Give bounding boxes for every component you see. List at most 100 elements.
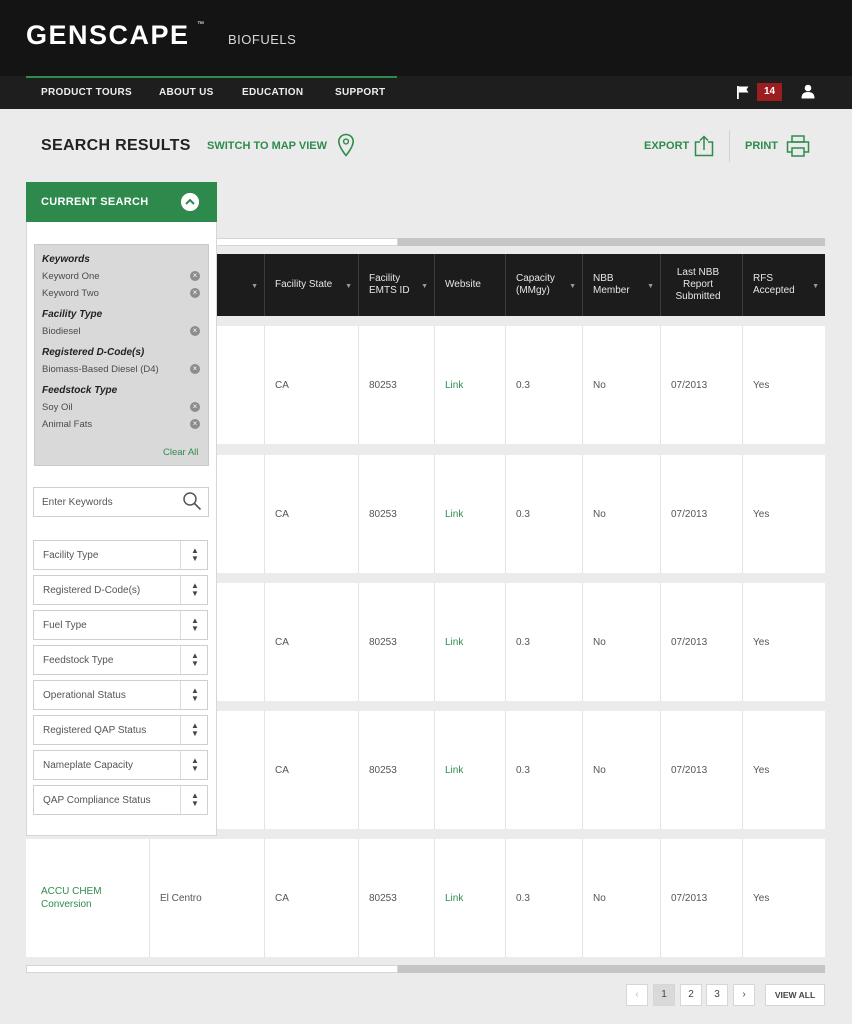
cell-website-link[interactable]: Link — [434, 583, 505, 701]
select-divider — [180, 576, 181, 604]
cell-website-link[interactable]: Link — [434, 326, 505, 444]
brand-logo[interactable]: GENSCAPE — [26, 20, 190, 51]
filter-item: Animal Fats — [42, 419, 93, 430]
cell-website-link[interactable]: Link — [434, 711, 505, 829]
select-operational-status[interactable]: Operational Status ▲ ▼ — [33, 680, 208, 710]
cell-capacity: 0.3 — [505, 839, 582, 957]
cell-nbb-member: No — [582, 583, 660, 701]
cell-emts-id: 80253 — [358, 711, 434, 829]
pagination-prev-button[interactable]: ‹ — [626, 984, 648, 1006]
cell-rfs-accepted: Yes — [742, 839, 825, 957]
up-down-arrows-icon: ▲ ▼ — [191, 756, 199, 773]
nav-item-education[interactable]: EDUCATION — [242, 87, 303, 98]
up-down-arrows-icon: ▲ ▼ — [191, 686, 199, 703]
top-bar: GENSCAPE ™ BIOFUELS — [0, 0, 852, 76]
column-header-emts-id[interactable]: Facility EMTS ID ▼ — [358, 254, 434, 316]
select-divider — [180, 786, 181, 814]
filter-group-keywords: Keywords — [42, 254, 90, 265]
nav-item-product-tours[interactable]: PRODUCT TOURS — [41, 87, 132, 98]
nav-item-support[interactable]: SUPPORT — [335, 87, 385, 98]
view-all-button[interactable]: VIEW ALL — [765, 984, 825, 1006]
select-divider — [180, 646, 181, 674]
printer-icon[interactable] — [786, 134, 810, 158]
select-label: Facility Type — [43, 550, 99, 561]
remove-filter-icon[interactable]: × — [190, 271, 200, 281]
filter-item: Soy Oil — [42, 402, 73, 413]
select-nameplate-capacity[interactable]: Nameplate Capacity ▲ ▼ — [33, 750, 208, 780]
export-button[interactable]: EXPORT — [644, 140, 689, 152]
sort-arrow-icon: ▼ — [251, 283, 258, 290]
select-divider — [180, 681, 181, 709]
select-label: Operational Status — [43, 690, 126, 701]
column-header-capacity[interactable]: Capacity (MMgy) ▼ — [505, 254, 582, 316]
cell-city: El Centro — [149, 839, 264, 957]
up-down-arrows-icon: ▲ ▼ — [191, 651, 199, 668]
pagination-page-3[interactable]: 3 — [706, 984, 728, 1006]
pagination-next-button[interactable]: › — [733, 984, 755, 1006]
cell-last-report: 07/2013 — [660, 455, 742, 573]
cell-last-report: 07/2013 — [660, 583, 742, 701]
clear-all-link[interactable]: Clear All — [163, 447, 198, 458]
cell-rfs-accepted: Yes — [742, 711, 825, 829]
sort-arrow-icon: ▼ — [647, 283, 654, 290]
export-icon[interactable] — [694, 135, 714, 157]
remove-filter-icon[interactable]: × — [190, 364, 200, 374]
column-header-website[interactable]: Website — [434, 254, 505, 316]
cell-nbb-member: No — [582, 326, 660, 444]
trademark-symbol: ™ — [197, 21, 204, 28]
select-registered-qap-status[interactable]: Registered QAP Status ▲ ▼ — [33, 715, 208, 745]
select-label: Nameplate Capacity — [43, 760, 134, 771]
notification-badge[interactable]: 14 — [757, 83, 782, 101]
switch-to-map-view-link[interactable]: SWITCH TO MAP VIEW — [207, 140, 327, 152]
table-scrollbar-bottom[interactable] — [26, 965, 825, 973]
scrollbar-thumb[interactable] — [26, 965, 398, 973]
chevron-up-icon[interactable] — [181, 193, 199, 211]
cell-nbb-member: No — [582, 839, 660, 957]
column-header-last-nbb-report[interactable]: Last NBB Report Submitted — [660, 254, 742, 316]
select-divider — [180, 541, 181, 569]
user-icon[interactable] — [801, 84, 815, 99]
column-header-rfs-accepted[interactable]: RFS Accepted ▼ — [742, 254, 825, 316]
sort-arrow-icon: ▼ — [345, 283, 352, 290]
current-search-title: CURRENT SEARCH — [41, 196, 149, 208]
map-pin-icon[interactable] — [337, 133, 355, 159]
print-button[interactable]: PRINT — [745, 140, 778, 152]
flag-icon[interactable] — [736, 85, 750, 99]
select-label: Fuel Type — [43, 620, 87, 631]
cell-website-link[interactable]: Link — [434, 455, 505, 573]
remove-filter-icon[interactable]: × — [190, 326, 200, 336]
search-icon[interactable] — [182, 491, 202, 511]
cell-rfs-accepted: Yes — [742, 455, 825, 573]
cell-state: CA — [264, 711, 358, 829]
filter-group-facility-type: Facility Type — [42, 309, 103, 320]
cell-last-report: 07/2013 — [660, 326, 742, 444]
cell-emts-id: 80253 — [358, 583, 434, 701]
remove-filter-icon[interactable]: × — [190, 402, 200, 412]
cell-rfs-accepted: Yes — [742, 583, 825, 701]
cell-nbb-member: No — [582, 455, 660, 573]
cell-facility-name[interactable]: ACCU CHEM Conversion — [26, 839, 149, 957]
cell-last-report: 07/2013 — [660, 839, 742, 957]
column-header-nbb-member[interactable]: NBB Member ▼ — [582, 254, 660, 316]
remove-filter-icon[interactable]: × — [190, 288, 200, 298]
select-label: Registered D-Code(s) — [43, 585, 141, 596]
select-registered-d-code-s[interactable]: Registered D-Code(s) ▲ ▼ — [33, 575, 208, 605]
sort-arrow-icon: ▼ — [812, 283, 819, 290]
cell-website-link[interactable]: Link — [434, 839, 505, 957]
select-fuel-type[interactable]: Fuel Type ▲ ▼ — [33, 610, 208, 640]
nav-item-about-us[interactable]: ABOUT US — [159, 87, 214, 98]
select-feedstock-type[interactable]: Feedstock Type ▲ ▼ — [33, 645, 208, 675]
select-qap-compliance-status[interactable]: QAP Compliance Status ▲ ▼ — [33, 785, 208, 815]
brand-product: BIOFUELS — [228, 32, 297, 47]
table-row[interactable]: ACCU CHEM Conversion El Centro CA 80253 Link… — [26, 839, 825, 957]
pagination-page-1[interactable]: 1 — [653, 984, 675, 1006]
remove-filter-icon[interactable]: × — [190, 419, 200, 429]
column-header-facility-state[interactable]: Facility State ▼ — [264, 254, 358, 316]
up-down-arrows-icon: ▲ ▼ — [191, 581, 199, 598]
pagination-page-2[interactable]: 2 — [680, 984, 702, 1006]
select-facility-type[interactable]: Facility Type ▲ ▼ — [33, 540, 208, 570]
active-filters-box: Keywords Keyword One × Keyword Two × Fac… — [34, 244, 209, 466]
up-down-arrows-icon: ▲ ▼ — [191, 791, 199, 808]
up-down-arrows-icon: ▲ ▼ — [191, 546, 199, 563]
current-search-header[interactable]: CURRENT SEARCH — [26, 182, 217, 222]
